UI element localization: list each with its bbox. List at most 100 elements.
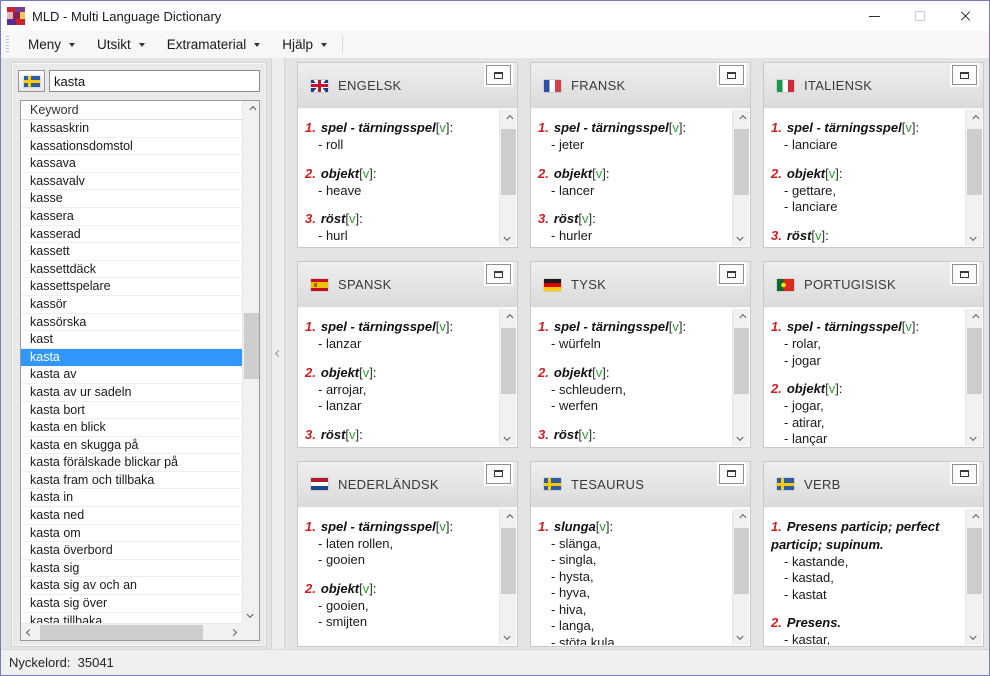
vertical-scroll-thumb[interactable] (501, 129, 516, 195)
scroll-down-button[interactable] (733, 628, 749, 645)
list-item[interactable]: kasta tillbaka (21, 613, 242, 623)
translation-word: - kastat (784, 587, 958, 604)
panel-maximize-button[interactable] (952, 264, 977, 284)
vertical-scroll-thumb[interactable] (501, 328, 516, 394)
scroll-down-button[interactable] (966, 229, 982, 246)
list-item[interactable]: kassaskrin (21, 120, 242, 138)
panel-vertical-scrollbar[interactable] (732, 309, 749, 445)
vertical-scroll-thumb[interactable] (967, 129, 982, 195)
scroll-up-button[interactable] (733, 309, 749, 326)
scroll-down-button[interactable] (733, 429, 749, 446)
scroll-up-button[interactable] (733, 110, 749, 127)
vertical-scroll-thumb[interactable] (967, 528, 982, 594)
source-language-button[interactable] (18, 70, 45, 92)
list-item[interactable]: kasta om (21, 525, 242, 543)
translation-word: - urlare (784, 245, 958, 247)
panel-vertical-scrollbar[interactable] (965, 309, 982, 445)
panel-vertical-scrollbar[interactable] (732, 509, 749, 645)
maximize-button[interactable] (897, 1, 943, 31)
scroll-down-button[interactable] (243, 606, 260, 623)
minimize-button[interactable] (851, 1, 897, 31)
search-input[interactable] (49, 70, 260, 92)
scroll-down-button[interactable] (500, 628, 516, 645)
list-item[interactable]: kassörska (21, 314, 242, 332)
scroll-down-button[interactable] (733, 229, 749, 246)
vertical-scroll-thumb[interactable] (501, 528, 516, 594)
scroll-up-button[interactable] (500, 309, 516, 326)
scroll-up-button[interactable] (500, 509, 516, 526)
list-item[interactable]: kasserad (21, 226, 242, 244)
dictionary-entry: 3.röst[v]:- gritar (305, 426, 492, 446)
list-item[interactable]: kassett (21, 243, 242, 261)
vertical-scroll-thumb[interactable] (967, 328, 982, 394)
horizontal-scroll-thumb[interactable] (40, 625, 203, 640)
menu-item-meny[interactable]: Meny (17, 31, 86, 58)
panel-maximize-button[interactable] (952, 65, 977, 85)
scroll-up-button[interactable] (966, 309, 982, 326)
scroll-down-button[interactable] (966, 429, 982, 446)
dropdown-arrow-icon (254, 43, 260, 47)
list-item[interactable]: kasta sig över (21, 595, 242, 613)
list-item[interactable]: kasta en blick (21, 419, 242, 437)
panel-maximize-button[interactable] (719, 264, 744, 284)
list-item[interactable]: kasta (21, 349, 242, 367)
panel-maximize-button[interactable] (952, 464, 977, 484)
list-item[interactable]: kasta ned (21, 507, 242, 525)
list-item[interactable]: kasta överbord (21, 542, 242, 560)
panel-vertical-scrollbar[interactable] (965, 509, 982, 645)
list-item[interactable]: kassettdäck (21, 261, 242, 279)
scroll-up-button[interactable] (966, 110, 982, 127)
scroll-down-button[interactable] (500, 429, 516, 446)
list-item[interactable]: kast (21, 331, 242, 349)
scroll-up-button[interactable] (500, 110, 516, 127)
list-item[interactable]: kassavalv (21, 173, 242, 191)
menu-item-hjälp[interactable]: Hjälp (271, 31, 338, 58)
list-item[interactable]: kassationsdomstol (21, 138, 242, 156)
list-item[interactable]: kasta bort (21, 402, 242, 420)
list-item[interactable]: kasta förälskade blickar på (21, 454, 242, 472)
entry-heading: 2.objekt[v]: (771, 380, 958, 398)
scroll-down-button[interactable] (966, 628, 982, 645)
vertical-scroll-thumb[interactable] (734, 528, 749, 594)
vertical-scroll-thumb[interactable] (734, 328, 749, 394)
list-item[interactable]: kasta in (21, 489, 242, 507)
list-item[interactable]: kassava (21, 155, 242, 173)
list-item[interactable]: kasta en skugga på (21, 437, 242, 455)
panel-vertical-scrollbar[interactable] (499, 509, 516, 645)
close-button[interactable] (943, 1, 989, 31)
scroll-right-button[interactable] (225, 624, 242, 641)
panel-vertical-scrollbar[interactable] (965, 110, 982, 246)
list-vertical-scrollbar[interactable] (242, 101, 259, 623)
scroll-down-button[interactable] (500, 229, 516, 246)
panel-maximize-button[interactable] (719, 464, 744, 484)
list-item[interactable]: kassera (21, 208, 242, 226)
panel-header: NEDERLÄNDSK (298, 462, 517, 508)
panel-maximize-button[interactable] (486, 264, 511, 284)
scroll-up-button[interactable] (733, 509, 749, 526)
list-item[interactable]: kasta av ur sadeln (21, 384, 242, 402)
list-item[interactable]: kasta sig av och an (21, 577, 242, 595)
toolbar-grip-handle[interactable] (6, 36, 9, 53)
list-item[interactable]: kasta sig (21, 560, 242, 578)
panel-maximize-button[interactable] (486, 464, 511, 484)
menu-item-extramaterial[interactable]: Extramaterial (156, 31, 272, 58)
sidebar-splitter[interactable] (271, 58, 285, 649)
panel-vertical-scrollbar[interactable] (499, 309, 516, 445)
scroll-up-button[interactable] (966, 509, 982, 526)
vertical-scroll-thumb[interactable] (244, 313, 259, 379)
vertical-scroll-thumb[interactable] (734, 129, 749, 195)
list-item[interactable]: kasta av (21, 366, 242, 384)
list-item[interactable]: kassettspelare (21, 278, 242, 296)
menu-item-utsikt[interactable]: Utsikt (86, 31, 156, 58)
scroll-left-button[interactable] (21, 624, 38, 641)
panel-maximize-button[interactable] (719, 65, 744, 85)
list-item[interactable]: kasta fram och tillbaka (21, 472, 242, 490)
entry-sense-label: Presens. (787, 615, 841, 630)
panel-vertical-scrollbar[interactable] (732, 110, 749, 246)
panel-maximize-button[interactable] (486, 65, 511, 85)
list-item[interactable]: kassör (21, 296, 242, 314)
panel-vertical-scrollbar[interactable] (499, 110, 516, 246)
list-horizontal-scrollbar[interactable] (21, 623, 242, 640)
list-item[interactable]: kasse (21, 190, 242, 208)
scroll-up-button[interactable] (243, 101, 260, 118)
